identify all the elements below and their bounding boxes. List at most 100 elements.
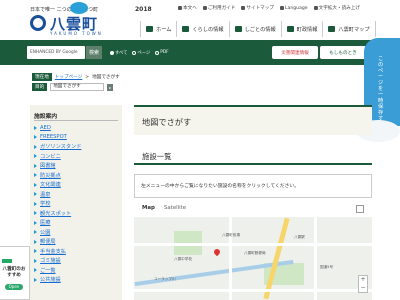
- arrow-icon: [34, 144, 37, 149]
- arrow-icon: [34, 249, 37, 254]
- sidebar: 施設案内 AED FREESPOT ガソリンスタンド コンビニ 図書館 防災拠点…: [30, 105, 122, 300]
- facility-public[interactable]: 公共施設: [34, 275, 81, 285]
- gov-icon: [286, 26, 294, 32]
- map-label: 八雲中学校: [174, 257, 192, 261]
- recommend-logo-icon: [2, 259, 12, 263]
- facility-disaster-base[interactable]: 防災拠点: [34, 171, 81, 181]
- logo-subtext: YAKUMO TOWN: [50, 31, 103, 36]
- search-bar: ENHANCED BY Google 検索 すべて ページ PDF 災害関連情報…: [0, 40, 400, 65]
- page: 日本で唯一 二つの海 をもつ町 八雲町 YAKUMO TOWN 2018 本文へ…: [0, 0, 400, 300]
- facility-convenience[interactable]: コンビニ: [34, 152, 81, 162]
- location-pin-icon[interactable]: [212, 247, 222, 257]
- arrow-icon: [34, 163, 37, 168]
- map-tab-satellite[interactable]: Satellite: [164, 205, 186, 211]
- life-icon: [182, 26, 190, 32]
- breadcrumb-home-link[interactable]: トップページ: [55, 74, 82, 80]
- utility-link[interactable]: 本文へ: [178, 4, 197, 12]
- facility-list-all[interactable]: ご一覧: [34, 266, 81, 276]
- map-label: 八雲町郵便局: [244, 251, 266, 255]
- arrow-icon: [34, 154, 37, 159]
- disaster-info-button[interactable]: 災害関連情報: [272, 46, 318, 59]
- facility-school[interactable]: 学校: [34, 199, 81, 209]
- breadcrumb-label: 現在地: [32, 73, 52, 81]
- map-road: [314, 217, 317, 300]
- divider: [34, 120, 118, 121]
- instruction-text: 左メニューの中からご覧になりたい施設の名称をクリックしてください。: [141, 184, 300, 189]
- sidebar-title: 施設案内: [34, 114, 58, 120]
- arrow-icon: [34, 201, 37, 206]
- town-emblem-icon: [30, 15, 46, 31]
- map-tab-map[interactable]: Map: [142, 205, 155, 211]
- map-icon: [328, 26, 336, 32]
- work-icon: [234, 26, 242, 32]
- map-road: [229, 217, 232, 300]
- arrow-icon: [34, 173, 37, 178]
- arrow-icon: [34, 220, 37, 225]
- utility-link[interactable]: サイトマップ: [241, 4, 274, 12]
- facility-garbage[interactable]: ゴミ施設: [34, 256, 81, 266]
- facility-list: AED FREESPOT ガソリンスタンド コンビニ 図書館 防災拠点 文化関連…: [34, 123, 81, 285]
- sitemap-icon: [241, 6, 246, 10]
- purpose-label: 目的: [32, 83, 48, 91]
- facility-medical[interactable]: 医療: [34, 218, 81, 228]
- map-label: 八雲町役場: [222, 233, 240, 237]
- recommend-badge: Open: [5, 284, 23, 290]
- emergency-button[interactable]: もしものとき: [320, 46, 366, 59]
- facility-library[interactable]: 図書館: [34, 161, 81, 171]
- globe-icon: [279, 6, 284, 10]
- page-title-block: 地図でさがす: [134, 105, 372, 135]
- text-size-icon: [313, 6, 318, 10]
- zoom-control[interactable]: + −: [358, 275, 368, 293]
- skip-icon: [178, 6, 182, 10]
- purpose-selector: 目的 地図でさがす ▸: [32, 83, 114, 91]
- facility-park[interactable]: 公園: [34, 228, 81, 238]
- google-map[interactable]: 八雲町役場 八雲中学校 八雲駅 八雲町郵便局 国道5号 ユーラップ川 Map S…: [134, 201, 372, 300]
- site-logo[interactable]: 日本で唯一 二つの海 をもつ町 八雲町 YAKUMO TOWN 2018: [22, 2, 152, 38]
- map-label: 国道5号: [320, 265, 334, 269]
- arrow-icon: [34, 182, 37, 187]
- recommend-widget[interactable]: 八雲町のおすすめ Open: [0, 246, 30, 300]
- radio-pdf[interactable]: PDF: [155, 50, 169, 55]
- facility-onsen[interactable]: 温泉: [34, 190, 81, 200]
- nav-home[interactable]: ホーム: [140, 21, 176, 37]
- utility-link[interactable]: ご利用ガイド: [202, 4, 235, 12]
- map-road: [134, 243, 372, 246]
- utility-link[interactable]: Language: [279, 4, 308, 12]
- breadcrumb-current: 地図でさがす: [92, 75, 120, 80]
- nav-life[interactable]: くらしの情報: [176, 21, 228, 37]
- global-nav: ホーム くらしの情報 しごとの情報 町政情報 八雲町マップ: [140, 21, 376, 37]
- nav-work[interactable]: しごとの情報: [228, 21, 281, 37]
- facility-post[interactable]: 郵便局: [34, 237, 81, 247]
- chevron-right-icon[interactable]: ▸: [107, 83, 114, 91]
- facility-allowance[interactable]: 手当金支払: [34, 247, 81, 257]
- recommend-title: 八雲町のおすすめ: [2, 267, 26, 278]
- facility-aed[interactable]: AED: [34, 123, 81, 133]
- nav-gov[interactable]: 町政情報: [280, 21, 323, 37]
- utility-link[interactable]: 文字拡大・読み上げ: [313, 4, 360, 12]
- facility-gas-station[interactable]: ガソリンスタンド: [34, 142, 81, 152]
- header: 日本で唯一 二つの海 をもつ町 八雲町 YAKUMO TOWN 2018 本文へ…: [0, 0, 400, 40]
- arrow-icon: [34, 135, 37, 140]
- arrow-icon: [34, 239, 37, 244]
- radio-all[interactable]: すべて: [110, 50, 127, 56]
- facility-culture[interactable]: 文化関連: [34, 180, 81, 190]
- map-type-bar: Map Satellite: [134, 201, 372, 217]
- nav-map[interactable]: 八雲町マップ: [322, 21, 376, 37]
- facility-tourism[interactable]: 観光スポット: [34, 209, 81, 219]
- arrow-icon: [34, 268, 37, 273]
- search-input[interactable]: ENHANCED BY Google: [27, 46, 85, 59]
- arrow-icon: [34, 125, 37, 130]
- map-road: [134, 289, 372, 292]
- save-page-label: このページを一時保存する: [378, 56, 384, 128]
- guide-icon: [202, 6, 207, 10]
- breadcrumb: 現在地 トップページ > 地図でさがす: [32, 73, 120, 81]
- fullscreen-icon[interactable]: [356, 205, 364, 213]
- radio-icon: [132, 50, 137, 55]
- facility-freespot[interactable]: FREESPOT: [34, 133, 81, 143]
- radio-page[interactable]: ページ: [132, 50, 150, 56]
- section-heading: 施設一覧: [142, 152, 172, 161]
- purpose-select[interactable]: 地図でさがす: [50, 83, 105, 91]
- arrow-icon: [34, 192, 37, 197]
- radio-icon: [110, 50, 114, 55]
- search-button[interactable]: 検索: [86, 46, 102, 59]
